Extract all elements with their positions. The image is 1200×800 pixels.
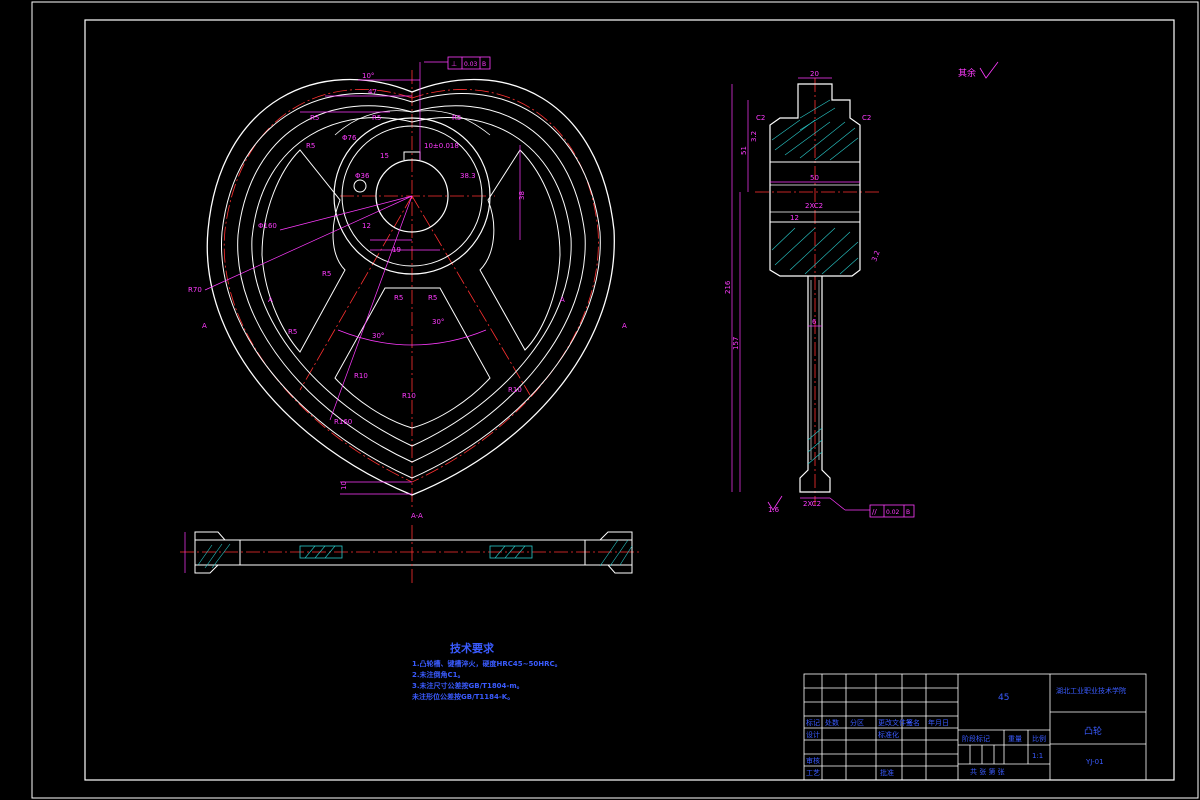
roughness-symbol xyxy=(979,61,999,79)
side-dim-d6: 6 xyxy=(812,318,817,326)
cam-groove-outer xyxy=(221,93,601,479)
side-dim-2xc2-a: 2XC2 xyxy=(805,202,823,210)
dim-d19: 19 xyxy=(392,246,401,254)
section-label: A-A xyxy=(411,512,423,520)
tb-school: 湖北工业职业技术学院 xyxy=(1056,687,1126,695)
dim-r160: R160 xyxy=(334,418,352,426)
dim-phi160: Φ160 xyxy=(258,222,277,230)
tech-note-2: 2.未注倒角C1。 xyxy=(412,671,465,679)
dim-r10-b: R10 xyxy=(508,386,522,394)
tb-review: 审核 xyxy=(806,757,820,765)
tech-note-4: 未注形位公差按GB/T1184-K。 xyxy=(412,693,515,701)
side-dim-w20: 20 xyxy=(810,70,819,78)
pin-hole xyxy=(353,179,367,193)
dim-d38: 38 xyxy=(518,191,526,200)
section-a2: A xyxy=(560,296,565,304)
side-dim-2xc2-b: 2XC2 xyxy=(803,500,821,508)
dim-r5-g: R5 xyxy=(428,294,437,302)
tb-scale: 1:1 xyxy=(1032,752,1044,760)
tb-label-mark: 标记 xyxy=(806,719,820,727)
tb-label-date: 年月日 xyxy=(928,719,949,727)
tb-label-zone: 分区 xyxy=(850,719,864,727)
tb-design: 设计 xyxy=(806,731,820,739)
tb-sheet: 共 张 第 张 xyxy=(970,768,1005,776)
dim-keyway: 10±0.018 xyxy=(424,142,459,150)
side-tol-symbol: // xyxy=(872,508,877,516)
dim-r5-f: R5 xyxy=(394,294,403,302)
side-dim-d216: 216 xyxy=(724,280,732,294)
centerline-left-arm xyxy=(299,195,413,391)
front-tol-value: 0.03 xyxy=(464,61,478,68)
side-dim-d51: 51 xyxy=(740,146,748,155)
window-left xyxy=(261,149,346,353)
tb-standard: 标准化 xyxy=(878,731,899,739)
dim-r5-b: R5 xyxy=(372,114,381,122)
tech-note-1: 1.凸轮槽、键槽淬火，硬度HRC45~50HRC。 xyxy=(412,660,562,668)
tech-note-3: 3.未注尺寸公差按GB/T1804-m。 xyxy=(412,682,524,690)
window-bottom xyxy=(334,287,491,429)
dim-r5-h: R5 xyxy=(288,328,297,336)
dim-r5-c: R5 xyxy=(452,114,461,122)
dim-ang30-b: 30° xyxy=(432,318,444,326)
front-dimensions xyxy=(204,61,521,495)
dim-phi36: Φ36 xyxy=(355,172,370,180)
dim-ang30-a: 30° xyxy=(372,332,384,340)
dim-angle-top: 10° xyxy=(362,72,374,80)
section-a1: A xyxy=(268,296,273,304)
side-tol-value: 0.02 xyxy=(886,509,900,516)
groove-centerline xyxy=(223,89,599,483)
tech-notes: 技术要求 1.凸轮槽、键槽淬火，硬度HRC45~50HRC。 2.未注倒角C1。… xyxy=(412,640,562,703)
tb-part-name: 凸轮 xyxy=(1084,727,1103,737)
front-view xyxy=(204,56,615,510)
tb-approve: 批准 xyxy=(880,769,894,777)
cam-outer-profile xyxy=(206,78,615,496)
tech-notes-title: 技术要求 xyxy=(450,642,494,655)
dim-d12: 12 xyxy=(362,222,371,230)
tb-material: 45 xyxy=(998,693,1010,703)
side-dim-d16: 1.6 xyxy=(768,506,780,514)
outer-border xyxy=(31,1,1199,799)
dim-d15: 15 xyxy=(380,152,389,160)
front-tol-symbol: ⊥ xyxy=(451,60,457,68)
side-view xyxy=(731,77,915,518)
tb-label-count: 处数 xyxy=(825,719,839,727)
dim-r10-a: R10 xyxy=(354,372,368,380)
inner-border xyxy=(84,19,1175,781)
side-dim-d32b: 3.2 xyxy=(870,249,881,262)
tb-weight: 重量 xyxy=(1008,735,1022,743)
section-a4: A xyxy=(622,322,627,330)
tb-stage: 阶段标记 xyxy=(962,735,990,743)
dim-r70: R70 xyxy=(188,286,202,294)
dim-d10: 10 xyxy=(340,481,348,490)
section-view xyxy=(180,525,640,585)
side-dim-d157: 157 xyxy=(732,337,740,350)
tb-ratio: 比例 xyxy=(1032,735,1046,743)
cam-groove-inner xyxy=(237,105,586,463)
tb-process: 工艺 xyxy=(806,769,820,777)
dim-r5-e: R5 xyxy=(322,270,331,278)
side-dim-c2-b: C2 xyxy=(862,114,871,122)
tb-label-sign: 签名 xyxy=(906,719,920,727)
dim-d385: 38.3 xyxy=(460,172,476,180)
side-dim-w50: 50 xyxy=(810,174,819,182)
dim-r10-c: R10 xyxy=(402,392,416,400)
side-tol-datum: B xyxy=(906,509,910,516)
dim-w47: 47 xyxy=(368,88,377,96)
dim-r5-a: R5 xyxy=(310,114,319,122)
side-dim-c2-a: C2 xyxy=(756,114,765,122)
front-tol-datum: B xyxy=(482,61,486,68)
side-dim-d32: 3.2 xyxy=(750,131,758,142)
surface-note: 其余 xyxy=(958,69,977,79)
dim-phi76: Φ76 xyxy=(342,134,357,142)
section-a3: A xyxy=(202,322,207,330)
tb-drawing-no: YJ-01 xyxy=(1086,758,1104,766)
dim-r5-d: R5 xyxy=(306,142,315,150)
drawing-sheet: 10° 47 R5 R5 R5 R5 Φ76 10±0.018 Φ36 38 3… xyxy=(31,1,1199,799)
window-top xyxy=(334,110,491,136)
side-dim-d12: 12 xyxy=(790,214,799,222)
